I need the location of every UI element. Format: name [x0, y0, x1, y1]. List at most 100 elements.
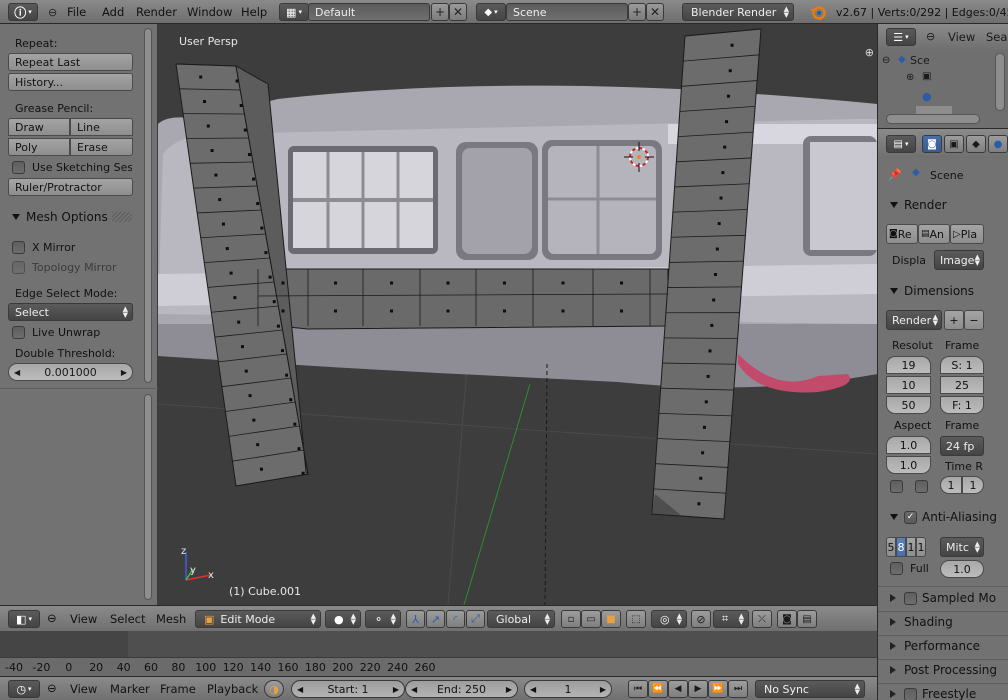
- menu-render[interactable]: Render: [136, 3, 177, 21]
- anti-aliasing-checkbox[interactable]: ✓: [904, 510, 917, 524]
- edge-select-dropdown[interactable]: Select ▲ ▼: [8, 303, 133, 321]
- resolution-y-field[interactable]: 10: [886, 376, 931, 394]
- render-image-button[interactable]: ◙ Re: [886, 224, 918, 244]
- aa-filter-dropdown[interactable]: Mitc ▲ ▼: [940, 537, 984, 557]
- ruler-protractor-button[interactable]: Ruler/Protractor: [8, 178, 133, 196]
- pivot-point-dropdown[interactable]: ⚬ ▲ ▼: [365, 610, 401, 628]
- add-preset-button[interactable]: +: [944, 310, 964, 330]
- viewport-editor-type-button[interactable]: ◧ ▾: [8, 610, 40, 628]
- properties-editor-type-button[interactable]: ▤ ▾: [886, 135, 916, 153]
- sketching-checkbox[interactable]: [12, 161, 25, 174]
- repeat-last-button[interactable]: Repeat Last: [8, 53, 133, 71]
- sampled-motion-panel-header[interactable]: Sampled Mo: [890, 591, 996, 605]
- timeline-ruler[interactable]: -40 -20 0 20 40 60 80 100 120 140 160 180 200 220 240 2…: [0, 657, 877, 676]
- outliner-hscrollbar[interactable]: [886, 114, 980, 124]
- line-button[interactable]: Line: [70, 118, 133, 136]
- jump-keyframe-forward-button[interactable]: ⏩: [708, 680, 728, 698]
- remove-layout-button[interactable]: ✕: [449, 3, 467, 21]
- menu-view[interactable]: View: [70, 612, 97, 626]
- outliner-editor-type-button[interactable]: ☰ ▾: [886, 28, 916, 46]
- menu-file[interactable]: File: [67, 3, 86, 21]
- border-checkbox[interactable]: [890, 480, 903, 493]
- aa-samples-8-button[interactable]: 8: [896, 537, 906, 557]
- world-tab-button[interactable]: ●: [988, 135, 1008, 153]
- pin-icon[interactable]: 📌: [888, 168, 902, 181]
- outliner-search-field[interactable]: Sear: [986, 30, 1008, 44]
- collapse-menu-icon[interactable]: ⊖: [48, 3, 57, 21]
- orientation-dropdown[interactable]: Global ▲ ▼: [487, 610, 555, 628]
- snap-target-button[interactable]: ⤫: [752, 610, 772, 628]
- draw-button[interactable]: Draw: [8, 118, 70, 136]
- live-unwrap-checkbox[interactable]: [12, 326, 25, 339]
- freestyle-panel-header[interactable]: Freestyle: [890, 687, 976, 700]
- sampled-motion-checkbox[interactable]: [904, 591, 917, 605]
- editor-type-button[interactable]: ⓘ ▾: [8, 3, 38, 21]
- auto-keying-button[interactable]: ◑: [264, 680, 284, 698]
- freestyle-checkbox[interactable]: [904, 687, 917, 700]
- collapse-menu-icon[interactable]: ⊖: [47, 681, 57, 695]
- time-old-field[interactable]: 1: [940, 476, 962, 494]
- jump-end-button[interactable]: ⏭: [728, 680, 748, 698]
- collapse-menu-icon[interactable]: ⊖: [926, 30, 935, 43]
- menu-mesh[interactable]: Mesh: [156, 612, 186, 626]
- add-layout-button[interactable]: +: [431, 3, 449, 21]
- aa-samples-16-button[interactable]: 1: [916, 537, 926, 557]
- fps-dropdown[interactable]: 24 fp: [940, 436, 984, 456]
- rotate-manipulator[interactable]: ◜: [446, 610, 465, 628]
- post-processing-panel-header[interactable]: Post Processing: [890, 663, 997, 677]
- render-panel-header[interactable]: Render: [890, 198, 947, 212]
- scale-manipulator[interactable]: ⤢: [466, 610, 485, 628]
- menu-playback[interactable]: Playback: [207, 682, 258, 696]
- frame-start-field[interactable]: S: 1: [940, 356, 984, 374]
- sync-mode-dropdown[interactable]: No Sync ▲ ▼: [755, 680, 865, 698]
- anti-aliasing-panel-header[interactable]: ✓ Anti-Aliasing: [890, 510, 997, 524]
- toolshelf-scrollbar[interactable]: [144, 28, 152, 383]
- shading-panel-header[interactable]: Shading: [890, 615, 953, 629]
- poly-button[interactable]: Poly: [8, 138, 70, 156]
- performance-panel-header[interactable]: Performance: [890, 639, 980, 653]
- menu-window[interactable]: Window: [187, 3, 232, 21]
- history-button[interactable]: History...: [8, 73, 133, 91]
- aa-samples-11-button[interactable]: 1: [906, 537, 916, 557]
- dimensions-panel-header[interactable]: Dimensions: [890, 284, 974, 298]
- current-frame-field[interactable]: ◀ 1 ▶: [524, 680, 612, 698]
- jump-keyframe-back-button[interactable]: ⏪: [648, 680, 668, 698]
- end-frame-field[interactable]: ◀ End: 250 ▶: [405, 680, 518, 698]
- timeline-editor-type-button[interactable]: ◷ ▾: [8, 680, 40, 698]
- proportional-edit-dropdown[interactable]: ◎ ▲ ▼: [651, 610, 687, 628]
- x-mirror-checkbox[interactable]: [12, 241, 25, 254]
- menu-marker[interactable]: Marker: [110, 682, 150, 696]
- menu-help[interactable]: Help: [241, 3, 267, 21]
- aspect-y-field[interactable]: 1.0: [886, 456, 931, 474]
- resolution-percent-field[interactable]: 50: [886, 396, 931, 414]
- start-frame-field[interactable]: ◀ Start: 1 ▶: [291, 680, 405, 698]
- outliner-scene-item[interactable]: Sce: [910, 54, 930, 67]
- filter-size-field[interactable]: 1.0: [940, 560, 984, 578]
- layout-name-field[interactable]: Default: [308, 3, 430, 21]
- snap-element-dropdown[interactable]: ⌗ ▲ ▼: [713, 610, 749, 628]
- timeline-area[interactable]: -40 -20 0 20 40 60 80 100 120 140 160 180 200 220 240 2…: [0, 631, 877, 676]
- render-tab-button[interactable]: ◙: [922, 135, 942, 153]
- menu-select[interactable]: Select: [110, 612, 145, 626]
- mode-dropdown[interactable]: ▣ Edit Mode ▲ ▼: [195, 610, 321, 628]
- full-sample-checkbox[interactable]: [890, 562, 903, 575]
- remove-scene-button[interactable]: ✕: [646, 3, 664, 21]
- snap-toggle[interactable]: ⊘: [691, 610, 711, 628]
- aa-samples-5-button[interactable]: 5: [886, 537, 896, 557]
- viewport-plus-icon[interactable]: ⊕: [865, 46, 874, 59]
- play-anim-button[interactable]: ▷ Pla: [950, 224, 984, 244]
- vertex-select-button[interactable]: ▫: [561, 610, 581, 628]
- render-preset-dropdown[interactable]: Render ▲ ▼: [886, 310, 942, 330]
- edge-select-button[interactable]: ▭: [581, 610, 601, 628]
- remove-preset-button[interactable]: −: [964, 310, 984, 330]
- panel-drag-handle-icon[interactable]: [112, 212, 132, 222]
- outliner-view-menu[interactable]: View: [948, 30, 975, 44]
- display-dropdown[interactable]: Image ▲ ▼: [934, 250, 984, 270]
- aspect-x-field[interactable]: 1.0: [886, 436, 931, 454]
- add-scene-button[interactable]: +: [628, 3, 646, 21]
- crop-checkbox[interactable]: [915, 480, 928, 493]
- time-new-field[interactable]: 1: [962, 476, 984, 494]
- resolution-x-field[interactable]: 19: [886, 356, 931, 374]
- expand-icon[interactable]: ⊕: [906, 72, 914, 83]
- frame-end-field[interactable]: 25: [940, 376, 984, 394]
